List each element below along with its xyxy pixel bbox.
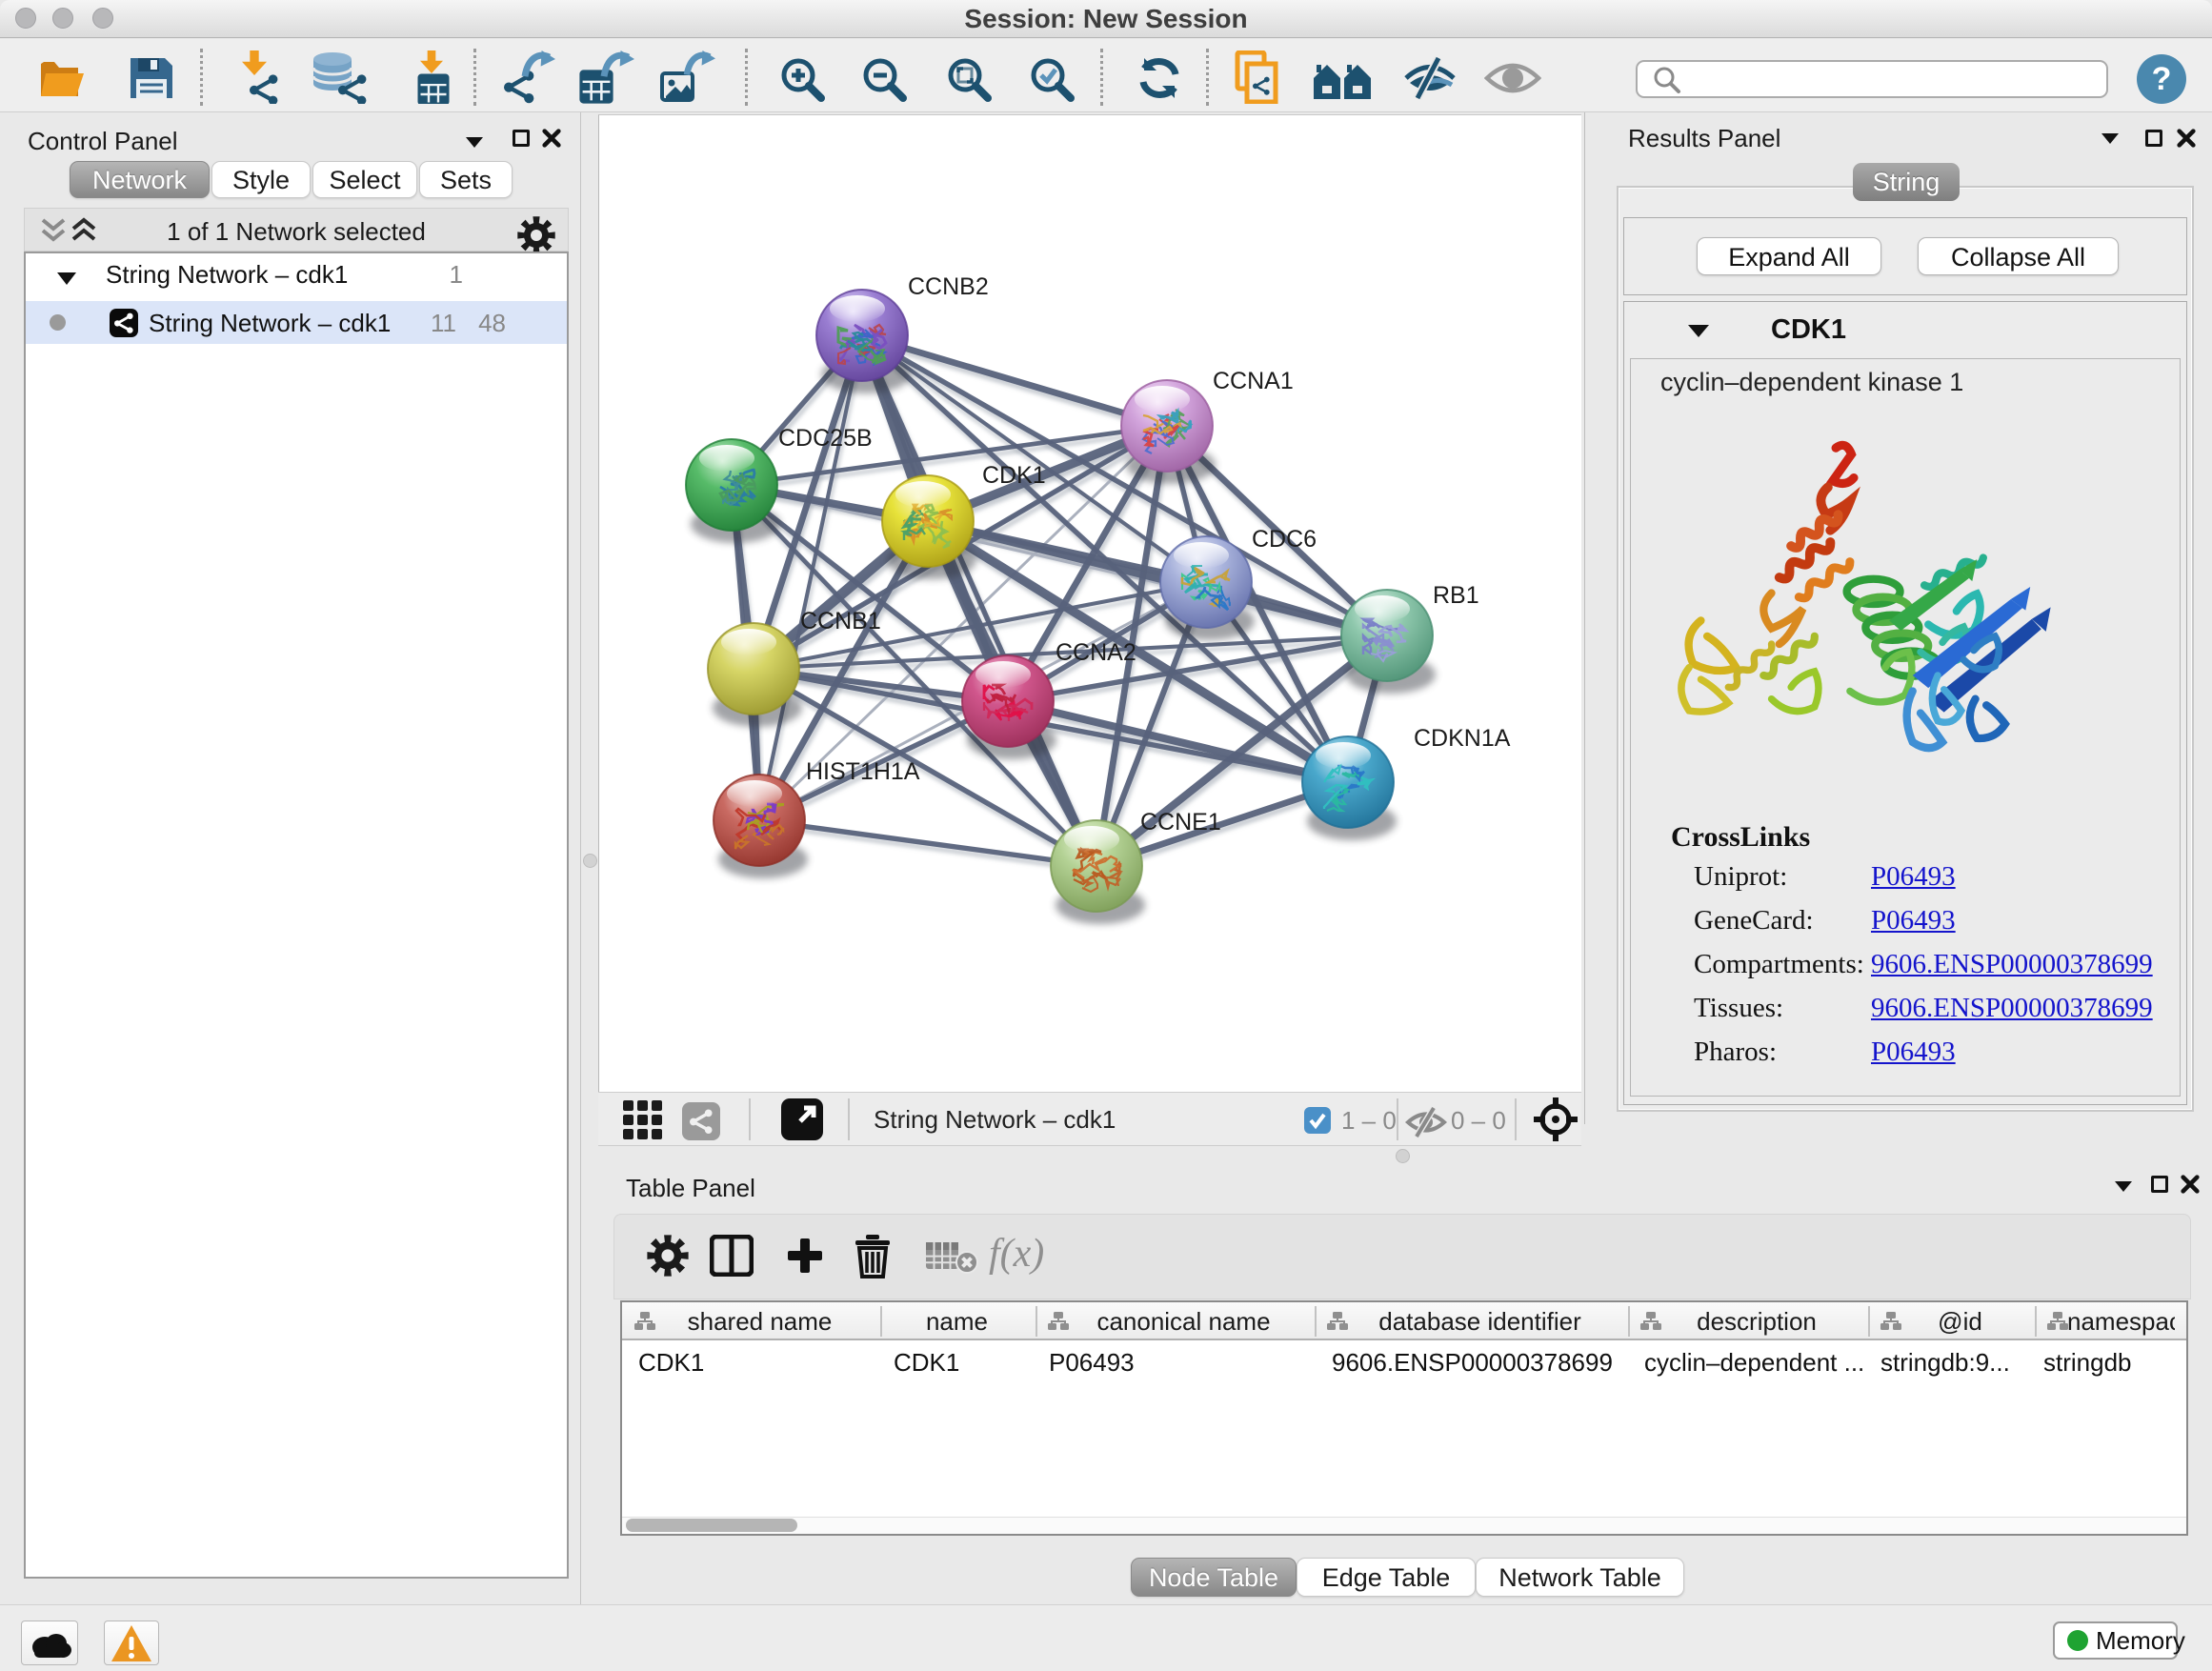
svg-text:CDC25B: CDC25B [778,425,873,452]
svg-text:HIST1H1A: HIST1H1A [806,758,920,785]
svg-text:CCNA2: CCNA2 [1056,639,1136,666]
svg-text:?: ? [2152,61,2172,97]
svg-text:CCNB1: CCNB1 [800,608,881,634]
svg-text:RB1: RB1 [1433,582,1479,609]
svg-text:CDC6: CDC6 [1252,526,1317,553]
svg-text:CCNA1: CCNA1 [1213,368,1294,394]
svg-text:CCNB2: CCNB2 [908,273,989,300]
svg-text:CDK1: CDK1 [982,462,1046,489]
svg-text:CCNE1: CCNE1 [1140,809,1221,836]
svg-text:CDKN1A: CDKN1A [1414,725,1511,752]
